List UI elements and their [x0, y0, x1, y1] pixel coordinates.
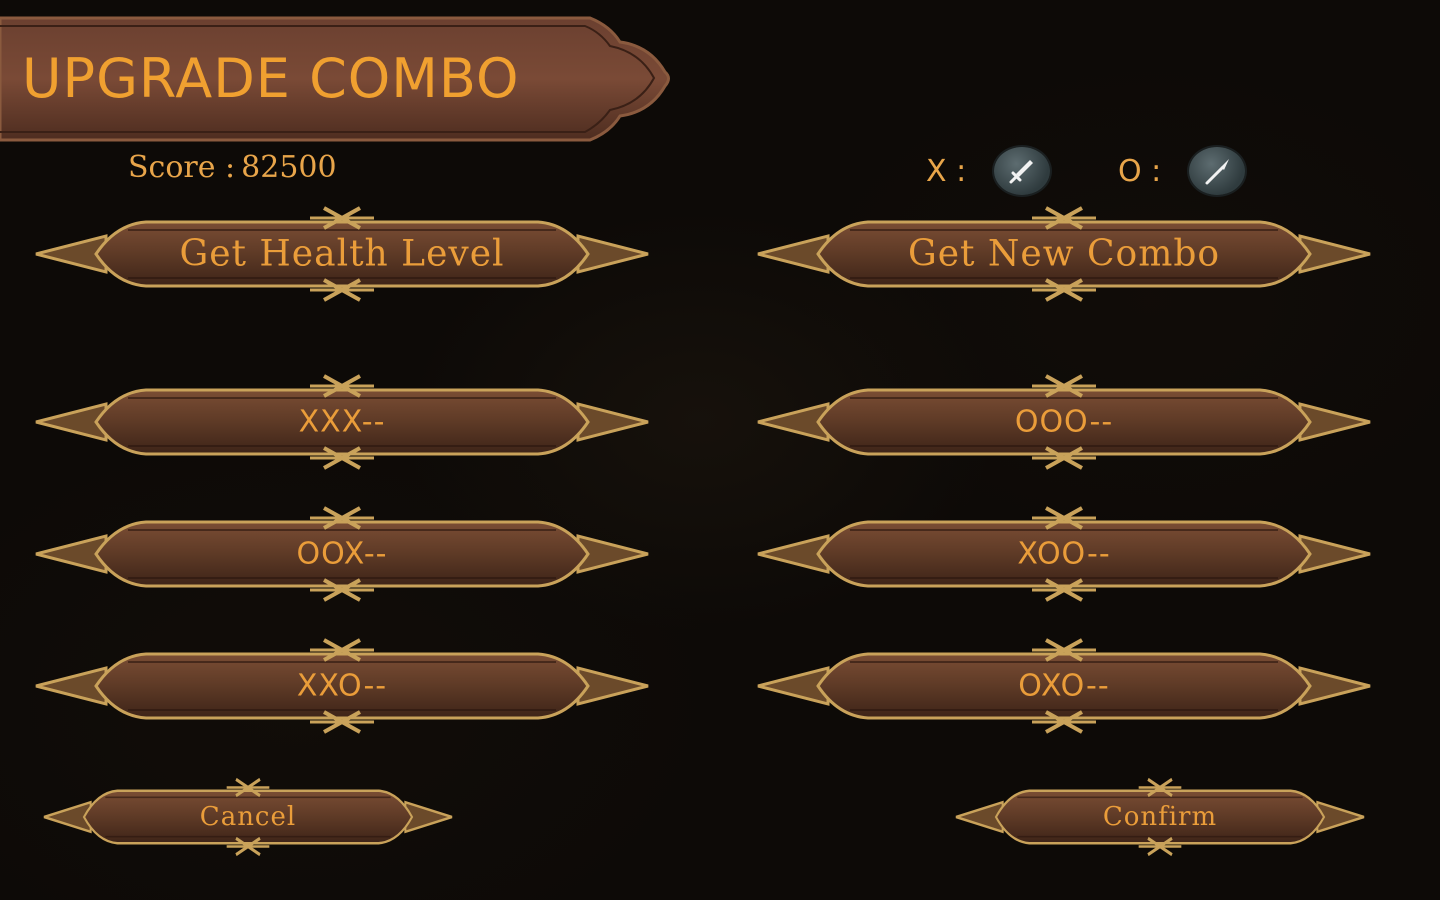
get-new-combo-button[interactable]: Get New Combo — [757, 204, 1371, 304]
score-value: 82500 — [241, 150, 337, 185]
combo-xxo-button[interactable]: XXO-- — [35, 636, 649, 736]
combo-label: OXO-- — [1018, 668, 1110, 704]
combo-label: OOX-- — [296, 536, 388, 572]
combo-oxo-button[interactable]: OXO-- — [757, 636, 1371, 736]
page-title: UPGRADE COMBO — [22, 47, 520, 110]
legend-x-key: X : — [926, 153, 967, 189]
combo-label: XXO-- — [296, 668, 388, 704]
get-health-level-button[interactable]: Get Health Level — [35, 204, 649, 304]
legend-o-key: O : — [1118, 153, 1162, 189]
combo-xxx-button[interactable]: XXX-- — [35, 372, 649, 472]
sword-icon — [994, 147, 1051, 195]
button-label: Cancel — [199, 802, 297, 832]
legend-o: O : — [1118, 146, 1246, 196]
combo-label: XXX-- — [298, 404, 386, 440]
score-label: Score : — [128, 150, 236, 185]
combo-label: OOO-- — [1014, 404, 1114, 440]
combo-xoo-button[interactable]: XOO-- — [757, 504, 1371, 604]
legend-x: X : — [926, 146, 1051, 196]
button-label: Get New Combo — [907, 233, 1221, 275]
combo-ooo-button[interactable]: OOO-- — [757, 372, 1371, 472]
combo-oox-button[interactable]: OOX-- — [35, 504, 649, 604]
confirm-button[interactable]: Confirm — [955, 776, 1365, 858]
combo-label: XOO-- — [1017, 536, 1111, 572]
cancel-button[interactable]: Cancel — [43, 776, 453, 858]
button-label: Get Health Level — [179, 233, 505, 275]
score-display: Score :82500 — [128, 150, 337, 185]
spear-icon — [1189, 147, 1246, 195]
title-banner: UPGRADE COMBO — [0, 12, 672, 144]
button-label: Confirm — [1102, 802, 1218, 832]
